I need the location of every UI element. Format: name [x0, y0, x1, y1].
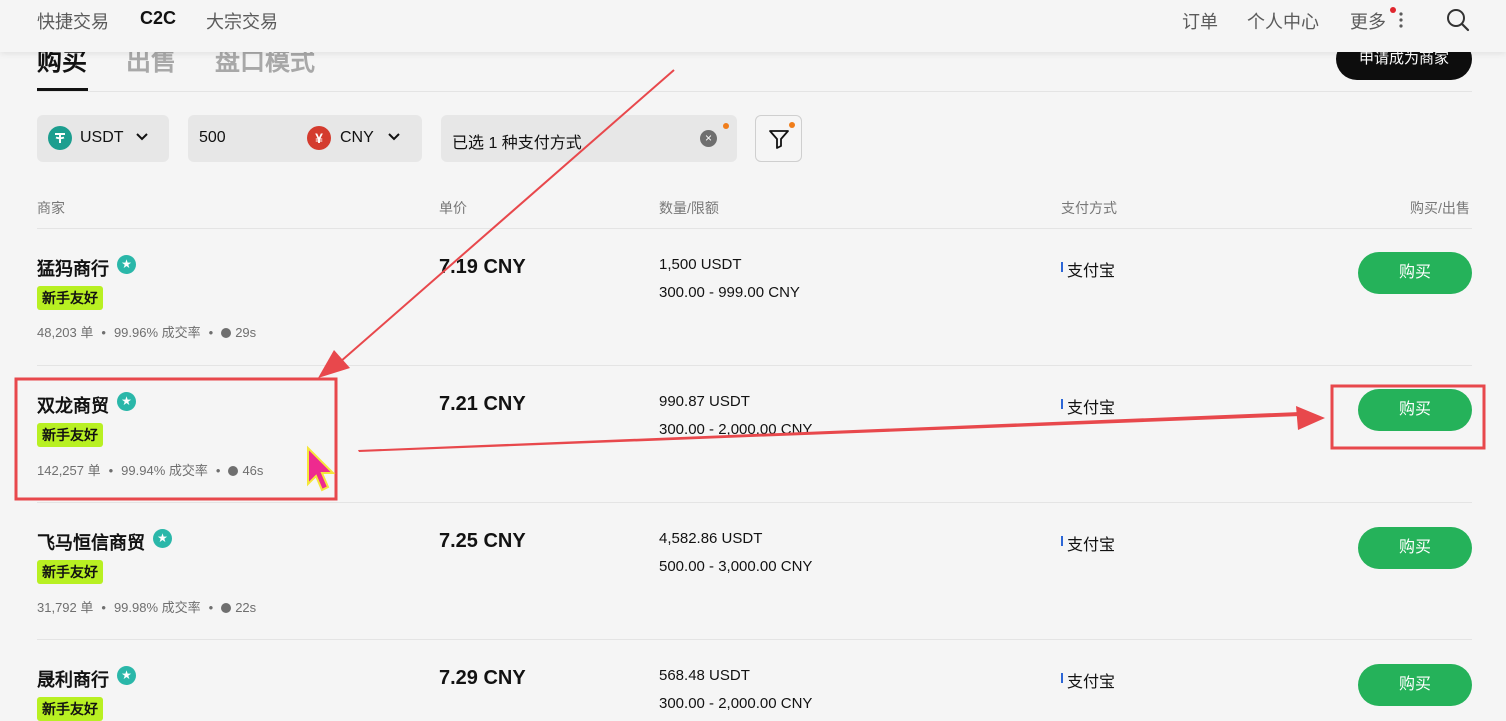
friendly-tag: 新手友好: [37, 423, 103, 447]
row-divider: [37, 502, 1472, 503]
row-divider: [37, 639, 1472, 640]
merchant-stats: 48,203 单 • 99.96% 成交率 • 29s: [37, 325, 257, 340]
search-icon[interactable]: [1446, 8, 1470, 32]
col-payment: 支付方式: [1061, 200, 1117, 216]
quantity: 1,500 USDT: [659, 256, 742, 273]
payment-bar-icon: [1061, 536, 1063, 546]
fiat-value[interactable]: CNY: [340, 129, 374, 147]
clear-icon[interactable]: ×: [700, 130, 717, 147]
notification-dot: [1390, 7, 1396, 13]
unit-price: 7.29 CNY: [439, 667, 526, 689]
buy-button[interactable]: 购买: [1358, 252, 1472, 294]
col-qty-limit: 数量/限额: [659, 200, 719, 216]
amount-input[interactable]: 500 ¥ CNY: [188, 115, 422, 162]
nav-c2c[interactable]: C2C: [140, 8, 176, 29]
merchant-stats: 142,257 单 • 99.94% 成交率 • 46s: [37, 463, 264, 478]
row-divider: [37, 365, 1472, 366]
nav-quick-trade[interactable]: 快捷交易: [37, 8, 109, 34]
payment-bar-icon: [1061, 262, 1063, 272]
limit: 300.00 - 2,000.00 CNY: [659, 421, 813, 438]
merchant-name[interactable]: 晟利商行: [37, 666, 109, 692]
unit-price: 7.21 CNY: [439, 393, 526, 415]
crypto-select[interactable]: USDT: [37, 115, 169, 162]
payment-method: 支付宝: [1067, 400, 1116, 417]
nav-orders[interactable]: 订单: [1182, 8, 1218, 34]
filter-icon: [769, 130, 789, 149]
payment-bar-icon: [1061, 399, 1063, 409]
limit: 500.00 - 3,000.00 CNY: [659, 558, 813, 575]
friendly-tag: 新手友好: [37, 697, 103, 721]
merchant-name[interactable]: 猛犸商行: [37, 255, 109, 281]
verified-icon: ★: [117, 255, 136, 274]
payment-method-select[interactable]: 已选 1 种支付方式 ×: [441, 115, 737, 162]
merchant-name[interactable]: 飞马恒信商贸: [37, 529, 145, 555]
payment-method: 支付宝: [1067, 537, 1116, 554]
verified-icon: ★: [117, 666, 136, 685]
usdt-icon: [48, 126, 72, 150]
col-merchant: 商家: [37, 200, 65, 216]
clock-icon: [221, 603, 232, 613]
arrow-to-buy-button: [358, 412, 1301, 452]
arrowhead-merchant: [318, 350, 350, 378]
nav-profile[interactable]: 个人中心: [1247, 8, 1319, 34]
amount-value: 500: [199, 129, 226, 146]
merchant-name[interactable]: 双龙商贸: [37, 392, 109, 418]
merchant-stats: 31,792 单 • 99.98% 成交率 • 22s: [37, 600, 257, 615]
payment-method: 支付宝: [1067, 263, 1116, 280]
col-action: 购买/出售: [1410, 200, 1470, 216]
clock-icon: [228, 466, 239, 476]
arrow-to-merchant: [339, 69, 675, 363]
more-dots-icon[interactable]: [1398, 11, 1404, 29]
crypto-value: USDT: [80, 129, 124, 146]
buy-button[interactable]: 购买: [1358, 389, 1472, 431]
friendly-tag: 新手友好: [37, 560, 103, 584]
verified-icon: ★: [153, 529, 172, 548]
top-nav: 快捷交易 C2C 大宗交易 订单 个人中心 更多: [0, 0, 1506, 52]
header-divider: [37, 228, 1472, 229]
tab-divider: [37, 91, 1472, 92]
limit: 300.00 - 999.00 CNY: [659, 284, 800, 301]
buy-button[interactable]: 购买: [1358, 527, 1472, 569]
payment-method: 支付宝: [1067, 674, 1116, 691]
limit: 300.00 - 2,000.00 CNY: [659, 695, 813, 712]
filter-button[interactable]: [755, 115, 802, 162]
nav-more[interactable]: 更多: [1350, 8, 1386, 34]
chevron-down-icon: [388, 133, 400, 141]
unit-price: 7.19 CNY: [439, 256, 526, 278]
buy-button[interactable]: 购买: [1358, 664, 1472, 706]
verified-icon: ★: [117, 392, 136, 411]
quantity: 4,582.86 USDT: [659, 530, 763, 547]
nav-block-trade[interactable]: 大宗交易: [206, 8, 278, 34]
chevron-down-icon: [136, 133, 148, 141]
payment-bar-icon: [1061, 673, 1063, 683]
arrowhead-buy: [1296, 406, 1325, 430]
quantity: 990.87 USDT: [659, 393, 750, 410]
cursor-icon: [307, 445, 336, 492]
col-price: 单价: [439, 200, 467, 216]
quantity: 568.48 USDT: [659, 667, 750, 684]
cny-icon: ¥: [307, 126, 331, 150]
friendly-tag: 新手友好: [37, 286, 103, 310]
payment-value: 已选 1 种支付方式: [452, 135, 582, 152]
unit-price: 7.25 CNY: [439, 530, 526, 552]
filter-indicator-dot: [789, 122, 795, 128]
payment-indicator-dot: [723, 123, 729, 129]
clock-icon: [221, 328, 232, 338]
